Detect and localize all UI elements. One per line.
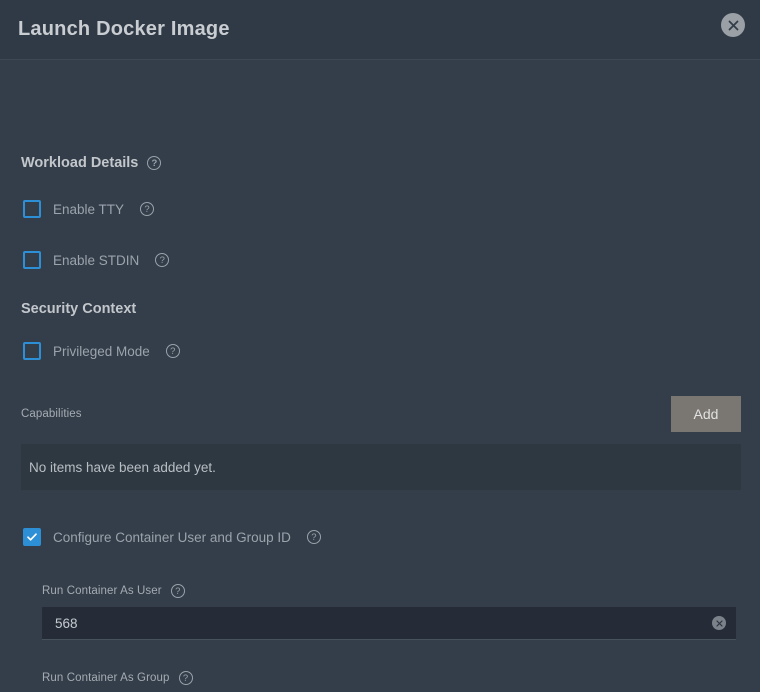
help-icon[interactable]: ?: [179, 671, 193, 685]
checkbox-label-privileged-mode: Privileged Mode: [53, 344, 150, 359]
dialog-header: Launch Docker Image: [0, 0, 760, 60]
checkbox-row-privileged-mode[interactable]: Privileged Mode ?: [23, 342, 180, 360]
field-label-run-container-as-user: Run Container As User: [42, 585, 162, 597]
clear-glyph: [716, 620, 723, 627]
checkbox-privileged-mode[interactable]: [23, 342, 41, 360]
dialog-body: Workload Details ? Enable TTY ? Enable S…: [0, 60, 760, 692]
capabilities-empty-text: No items have been added yet.: [29, 460, 216, 475]
checkbox-label-enable-tty: Enable TTY: [53, 202, 124, 217]
field-label-row: Run Container As Group ?: [42, 671, 736, 685]
help-icon[interactable]: ?: [171, 584, 185, 598]
field-label-row: Run Container As User ?: [42, 584, 736, 598]
help-icon[interactable]: ?: [140, 202, 154, 216]
capabilities-empty-list: No items have been added yet.: [21, 444, 741, 490]
check-icon: [26, 531, 38, 543]
workload-details-heading: Workload Details ?: [21, 155, 161, 171]
capabilities-label: Capabilities: [21, 408, 82, 420]
input-wrapper: [42, 607, 736, 640]
checkbox-row-enable-stdin[interactable]: Enable STDIN ?: [23, 251, 169, 269]
field-label-run-container-as-group: Run Container As Group: [42, 672, 170, 684]
clear-icon[interactable]: [712, 616, 726, 630]
capabilities-bar: Capabilities Add: [21, 396, 741, 432]
workload-details-label: Workload Details: [21, 155, 138, 171]
add-capability-button[interactable]: Add: [671, 396, 741, 432]
checkbox-label-enable-stdin: Enable STDIN: [53, 253, 139, 268]
run-container-as-user-input[interactable]: [42, 607, 736, 639]
checkbox-row-enable-tty[interactable]: Enable TTY ?: [23, 200, 154, 218]
close-glyph: [728, 20, 739, 31]
checkbox-enable-stdin[interactable]: [23, 251, 41, 269]
checkbox-label-configure-container-user-group: Configure Container User and Group ID: [53, 530, 291, 545]
checkbox-row-configure-container-user-group[interactable]: Configure Container User and Group ID ?: [23, 528, 321, 546]
launch-docker-image-dialog: Launch Docker Image Workload Details ? E…: [0, 0, 760, 692]
help-icon[interactable]: ?: [147, 156, 161, 170]
security-context-label: Security Context: [21, 301, 136, 317]
field-run-container-as-user: Run Container As User ?: [42, 584, 736, 640]
help-icon[interactable]: ?: [307, 530, 321, 544]
checkbox-enable-tty[interactable]: [23, 200, 41, 218]
help-icon[interactable]: ?: [166, 344, 180, 358]
help-icon[interactable]: ?: [155, 253, 169, 267]
checkbox-configure-container-user-group[interactable]: [23, 528, 41, 546]
security-context-heading: Security Context: [21, 301, 136, 317]
close-icon[interactable]: [721, 13, 745, 37]
dialog-title: Launch Docker Image: [18, 19, 230, 41]
field-run-container-as-group: Run Container As Group ?: [42, 671, 736, 692]
